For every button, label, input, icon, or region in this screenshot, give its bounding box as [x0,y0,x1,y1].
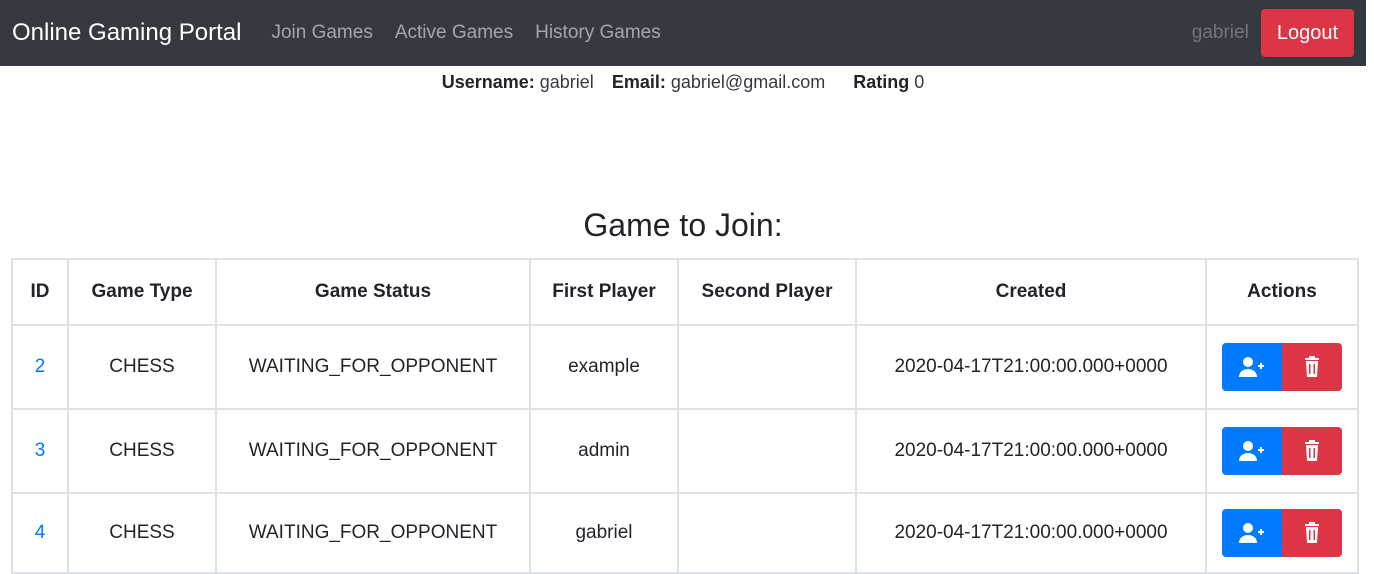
rating-value: 0 [914,72,925,92]
profile-info: Username: gabriel Email: gabriel@gmail.c… [0,72,1366,93]
table-header-row: ID Game Type Game Status First Player Se… [11,258,1359,326]
cell-game-type: CHESS [67,492,217,574]
col-game-status: Game Status [215,258,531,326]
page-title: Game to Join: [583,207,783,243]
user-plus-icon [1239,523,1264,543]
trash-icon [1305,440,1319,461]
games-table: ID Game Type Game Status First Player Se… [11,258,1359,574]
join-game-button[interactable] [1222,427,1282,475]
nav-join-games[interactable]: Join Games [271,22,372,44]
cell-first-player: admin [529,408,679,494]
col-second-player: Second Player [677,258,857,326]
cell-game-type: CHESS [67,408,217,494]
delete-game-button[interactable] [1282,427,1342,475]
table-row: 2 CHESS WAITING_FOR_OPPONENT example 202… [11,324,1359,410]
cell-game-status: WAITING_FOR_OPPONENT [215,324,531,410]
col-created: Created [855,258,1207,326]
cell-second-player [677,408,857,494]
cell-id: 3 [11,408,69,494]
join-game-button[interactable] [1222,509,1282,557]
username-value: gabriel [539,72,594,92]
game-id-link[interactable]: 4 [35,522,46,543]
cell-first-player: gabriel [529,492,679,574]
cell-game-type: CHESS [67,324,217,410]
col-first-player: First Player [529,258,679,326]
join-game-button[interactable] [1222,343,1282,391]
nav-username: gabriel [1191,22,1249,43]
cell-actions [1205,492,1359,574]
cell-id: 4 [11,492,69,574]
username-label: Username: [441,72,535,92]
game-id-link[interactable]: 2 [35,356,46,377]
game-id-link[interactable]: 3 [35,440,46,461]
trash-icon [1305,522,1319,543]
nav-history-games[interactable]: History Games [535,22,661,44]
col-game-type: Game Type [67,258,217,326]
action-buttons [1222,427,1342,475]
table-row: 4 CHESS WAITING_FOR_OPPONENT gabriel 202… [11,492,1359,574]
cell-first-player: example [529,324,679,410]
delete-game-button[interactable] [1282,343,1342,391]
rating-label: Rating [853,72,910,92]
delete-game-button[interactable] [1282,509,1342,557]
cell-second-player [677,492,857,574]
nav-active-games[interactable]: Active Games [395,22,513,44]
col-actions: Actions [1205,258,1359,326]
cell-created: 2020-04-17T21:00:00.000+0000 [855,324,1207,410]
user-plus-icon [1239,357,1264,377]
cell-actions [1205,324,1359,410]
trash-icon [1305,356,1319,377]
col-id: ID [11,258,69,326]
cell-second-player [677,324,857,410]
cell-game-status: WAITING_FOR_OPPONENT [215,492,531,574]
cell-game-status: WAITING_FOR_OPPONENT [215,408,531,494]
cell-created: 2020-04-17T21:00:00.000+0000 [855,492,1207,574]
email-value: gabriel@gmail.com [670,72,826,92]
email-label: Email: [611,72,666,92]
brand[interactable]: Online Gaming Portal [12,19,241,47]
navbar: Online Gaming Portal Join Games Active G… [0,0,1366,66]
cell-actions [1205,408,1359,494]
cell-created: 2020-04-17T21:00:00.000+0000 [855,408,1207,494]
user-plus-icon [1239,441,1264,461]
action-buttons [1222,509,1342,557]
action-buttons [1222,343,1342,391]
table-row: 3 CHESS WAITING_FOR_OPPONENT admin 2020-… [11,408,1359,494]
cell-id: 2 [11,324,69,410]
logout-button[interactable]: Logout [1260,9,1354,57]
